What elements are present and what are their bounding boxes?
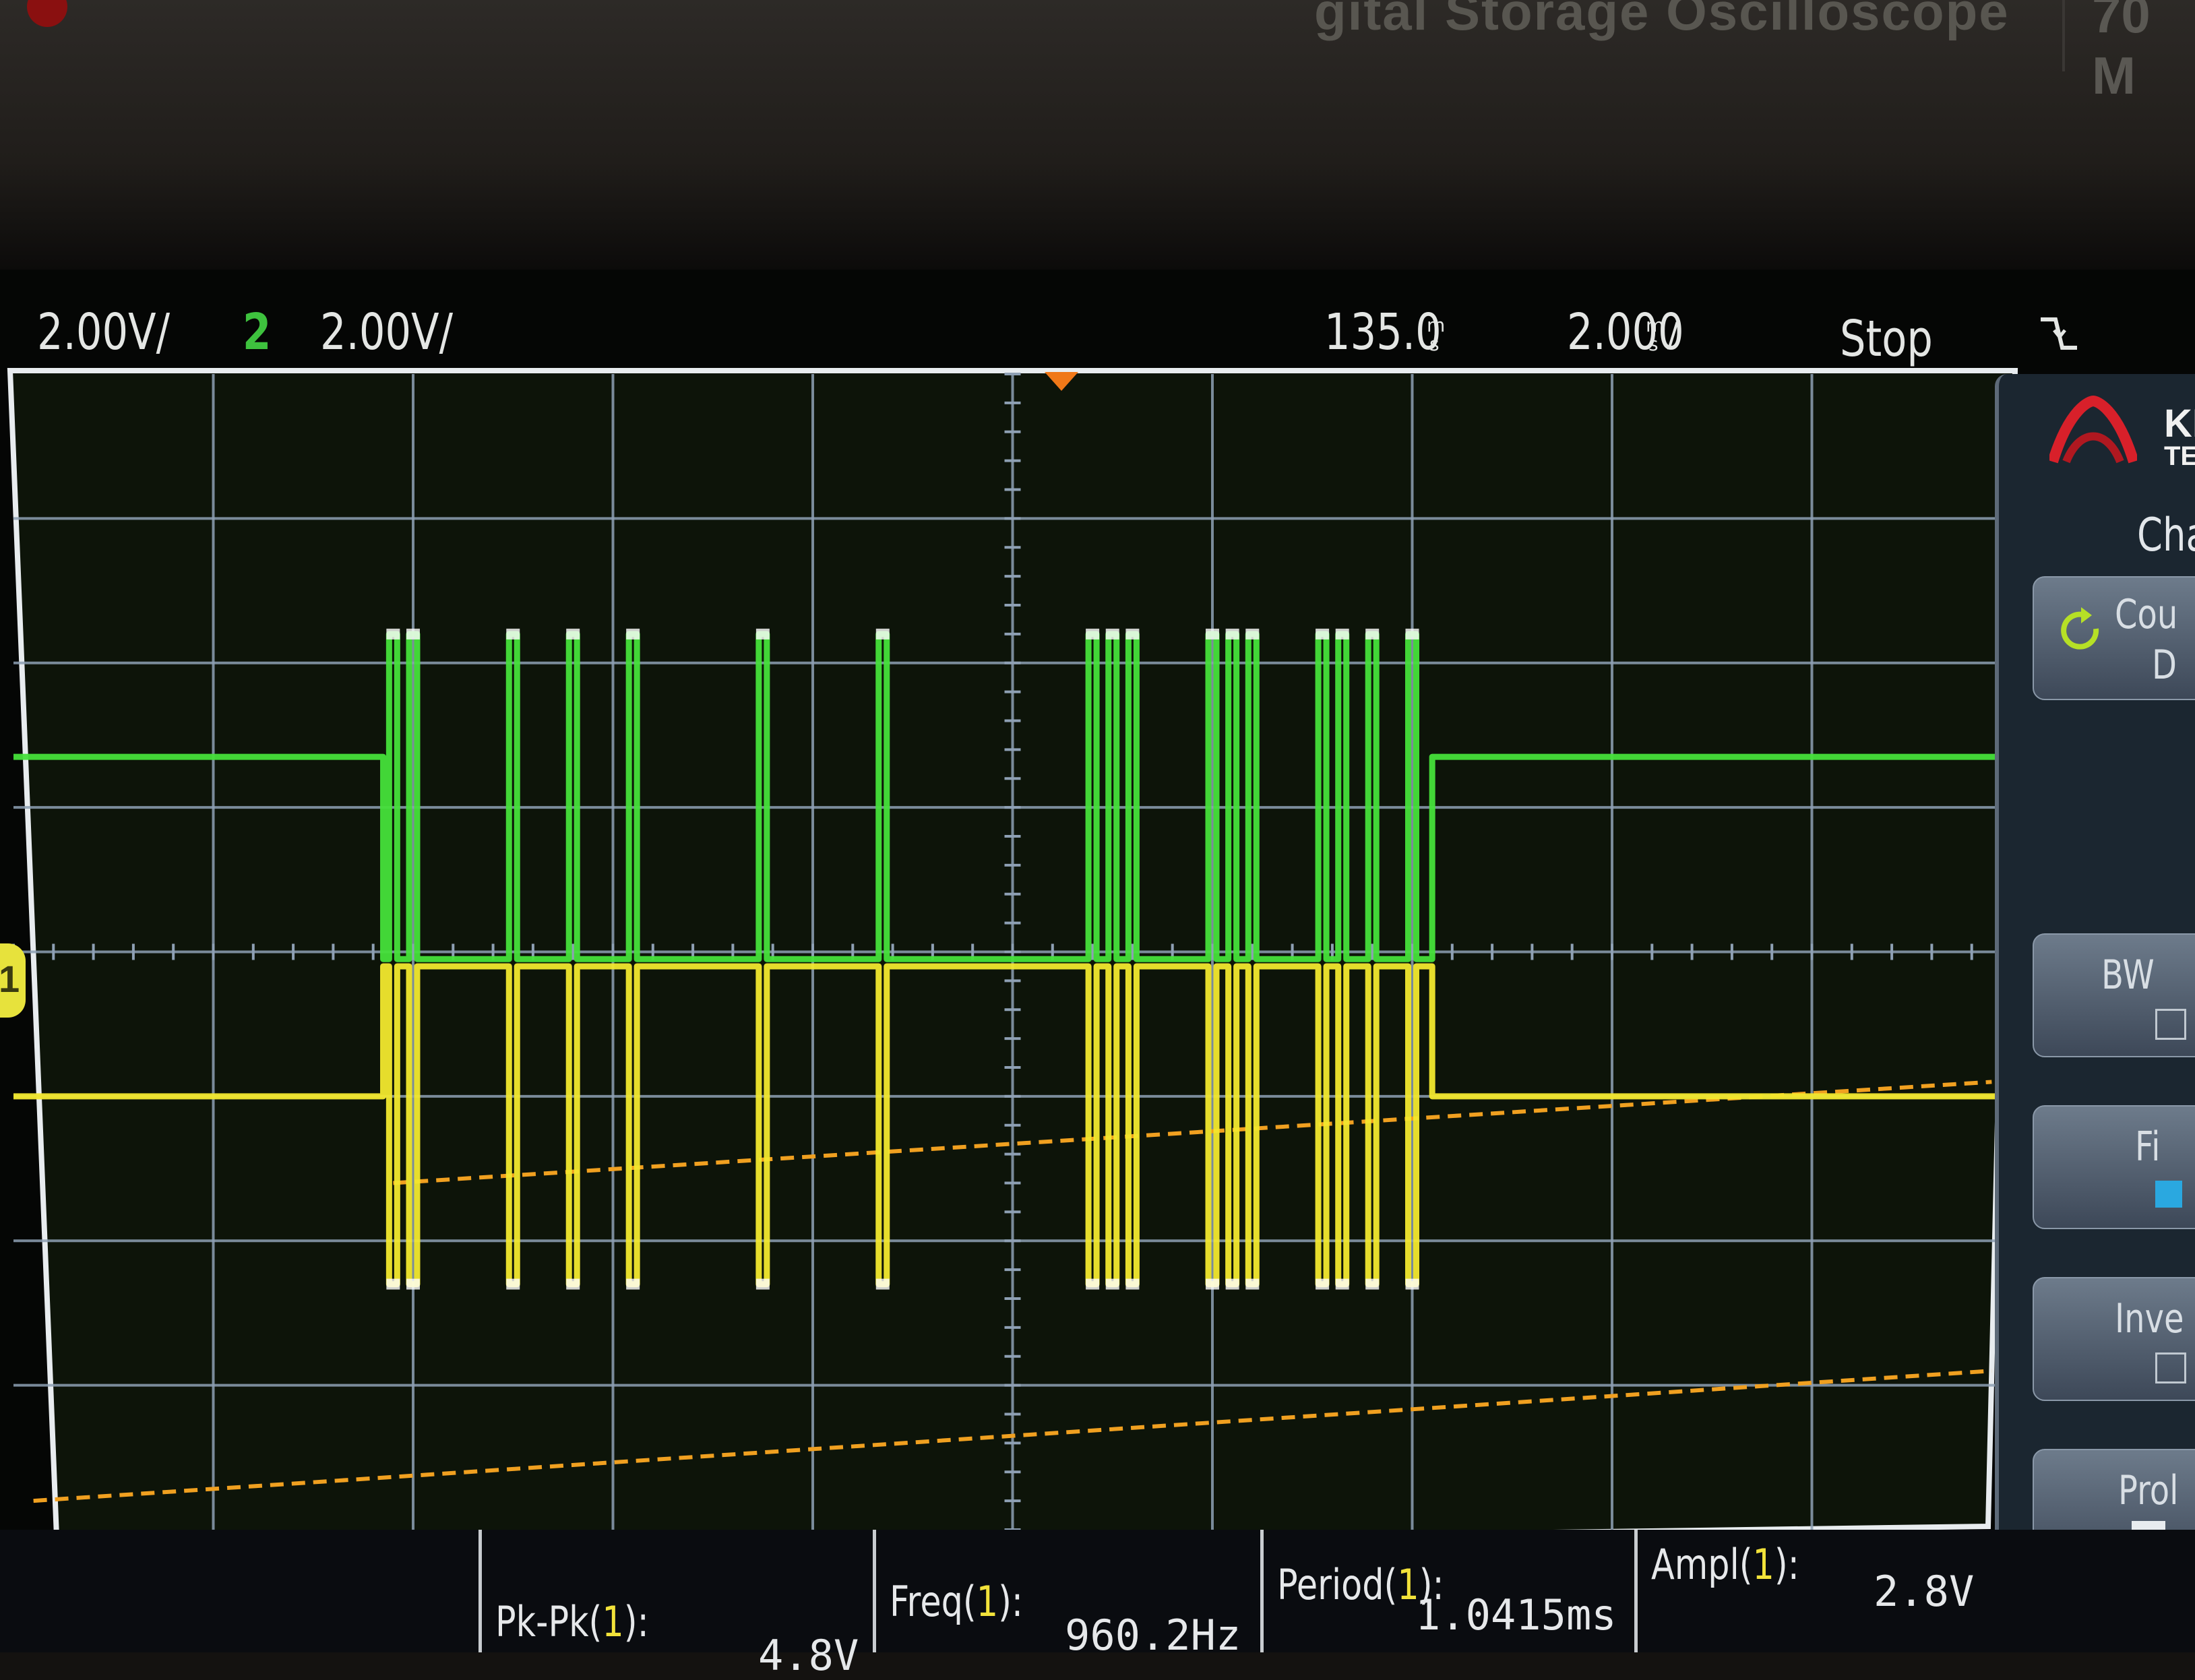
trace-ch2-edge-dot — [1316, 628, 1330, 640]
menu-item-invert[interactable]: Inve — [2033, 1277, 2195, 1401]
svg-text:s: s — [1648, 333, 1659, 354]
trace-ch1-edge-dot — [1405, 1278, 1419, 1290]
measurement-period-value: 1.0415ms — [1415, 1590, 1617, 1640]
ms-unit-glyph: m s — [1427, 314, 1445, 354]
menu-title: Cha — [2137, 509, 2195, 562]
trace-ch2-edge-dot — [386, 628, 400, 640]
trace-ch1-edge-dot — [755, 1278, 770, 1290]
trace-ch1-edge-dot — [1335, 1278, 1349, 1290]
rotate-knob-icon — [2061, 607, 2099, 650]
measurement-pkpk[interactable]: Pk-Pk(1): 4.8V — [478, 1530, 873, 1680]
brand-logo-text: KE — [2164, 402, 2195, 445]
trace-ch2-edge-dot — [1125, 628, 1140, 640]
svg-text:s: s — [1429, 333, 1440, 354]
trace-ch1-edge-dot — [406, 1278, 420, 1290]
menu-item-bw-limit[interactable]: BW — [2033, 933, 2195, 1057]
svg-text:/: / — [1667, 315, 1679, 354]
measurement-pkpk-label: Pk-Pk(1): — [495, 1597, 649, 1646]
measurement-period[interactable]: Period(1): 1.0415ms — [1260, 1530, 1638, 1652]
measurement-ampl[interactable]: Ampl(1): 2.8V — [1634, 1530, 1981, 1652]
menu-item-coupling[interactable]: Cou D — [2033, 576, 2195, 700]
channel-side-menu: KE TE Cha Cou D BW Fi Inve Prol — [1995, 374, 2195, 1600]
ch1-marker-label: 1 — [0, 958, 20, 1000]
ms-per-div-glyph: m s / — [1646, 314, 1679, 354]
keysight-logo-icon — [2049, 395, 2137, 464]
fine-checkbox[interactable] — [2155, 1181, 2182, 1208]
trace-ch2-edge-dot — [755, 628, 770, 640]
bw-checkbox[interactable] — [2155, 1009, 2186, 1040]
run-state[interactable]: Stop — [1840, 310, 1933, 368]
invert-checkbox[interactable] — [2155, 1352, 2186, 1383]
measurement-freq-value: 960.2Hz — [1065, 1611, 1241, 1660]
trace-ch1-edge-dot — [386, 1278, 400, 1290]
trace-ch2-edge-dot — [406, 628, 420, 640]
measurement-pkpk-value: 4.8V — [758, 1631, 859, 1680]
trace-ch2-edge-dot — [1225, 628, 1239, 640]
waveform-display — [7, 368, 2018, 1557]
menu-item-probe-label: Prol — [2118, 1467, 2179, 1514]
measurement-ampl-value: 2.8V — [1874, 1567, 1975, 1616]
trace-ch2-edge-dot — [1365, 628, 1380, 640]
menu-item-coupling-value: D — [2152, 642, 2177, 689]
trace-ch1-edge-dot — [1206, 1278, 1219, 1290]
trace-ch2-edge-dot — [1086, 628, 1100, 640]
trace-ch2-edge-dot — [1335, 628, 1349, 640]
trace-ch2-edge-dot — [1105, 628, 1119, 640]
trace-ch1-edge-dot — [626, 1278, 640, 1290]
menu-item-bw-label: BW — [2101, 952, 2155, 999]
measurement-freq-label: Freq(1): — [890, 1577, 1024, 1626]
menu-item-coupling-label: Cou — [2115, 591, 2178, 638]
trace-ch1-edge-dot — [506, 1278, 520, 1290]
trace-ch1-edge-dot — [1086, 1278, 1100, 1290]
ch1-ground-marker[interactable]: 1 — [0, 943, 26, 1018]
trace-ch2-edge-dot — [1206, 628, 1219, 640]
measurement-ampl-label: Ampl(1): — [1651, 1540, 1799, 1589]
measurement-freq[interactable]: Freq(1): 960.2Hz — [873, 1530, 1264, 1660]
ch1-scale[interactable]: 2.00V/ — [37, 303, 170, 361]
trace-ch1-edge-dot — [1316, 1278, 1330, 1290]
trace-ch2-edge-dot — [875, 628, 890, 640]
brand-logo-sub: TE — [2164, 441, 2195, 471]
ch2-number: 2 — [243, 303, 272, 361]
ch2-scale[interactable]: 2.00V/ — [320, 303, 453, 361]
trace-ch1-edge-dot — [1245, 1278, 1260, 1290]
falling-edge-trigger-icon[interactable] — [2035, 310, 2082, 357]
trace-ch1-edge-dot — [1225, 1278, 1239, 1290]
trace-ch2-edge-dot — [1405, 628, 1419, 640]
menu-item-fine-label: Fi — [2135, 1123, 2161, 1171]
trace-ch1-edge-dot — [566, 1278, 580, 1290]
measurement-bar: Pk-Pk(1): 4.8V Freq(1): 960.2Hz Period(1… — [0, 1530, 2195, 1680]
trace-ch2-edge-dot — [626, 628, 640, 640]
trace-ch1-edge-dot — [875, 1278, 890, 1290]
trace-ch2-edge-dot — [1245, 628, 1260, 640]
menu-item-fine[interactable]: Fi — [2033, 1105, 2195, 1229]
trace-ch1-edge-dot — [1105, 1278, 1119, 1290]
status-bar: 2.00V/ 2 2.00V/ 135.0 m s 2.000 m s / St… — [0, 290, 2089, 368]
horizontal-position[interactable]: 135.0 — [1324, 303, 1442, 361]
trace-ch1-edge-dot — [1125, 1278, 1140, 1290]
menu-item-invert-label: Inve — [2115, 1295, 2184, 1342]
trace-ch1-edge-dot — [1365, 1278, 1380, 1290]
trace-ch2-edge-dot — [566, 628, 580, 640]
trace-ch2-edge-dot — [506, 628, 520, 640]
